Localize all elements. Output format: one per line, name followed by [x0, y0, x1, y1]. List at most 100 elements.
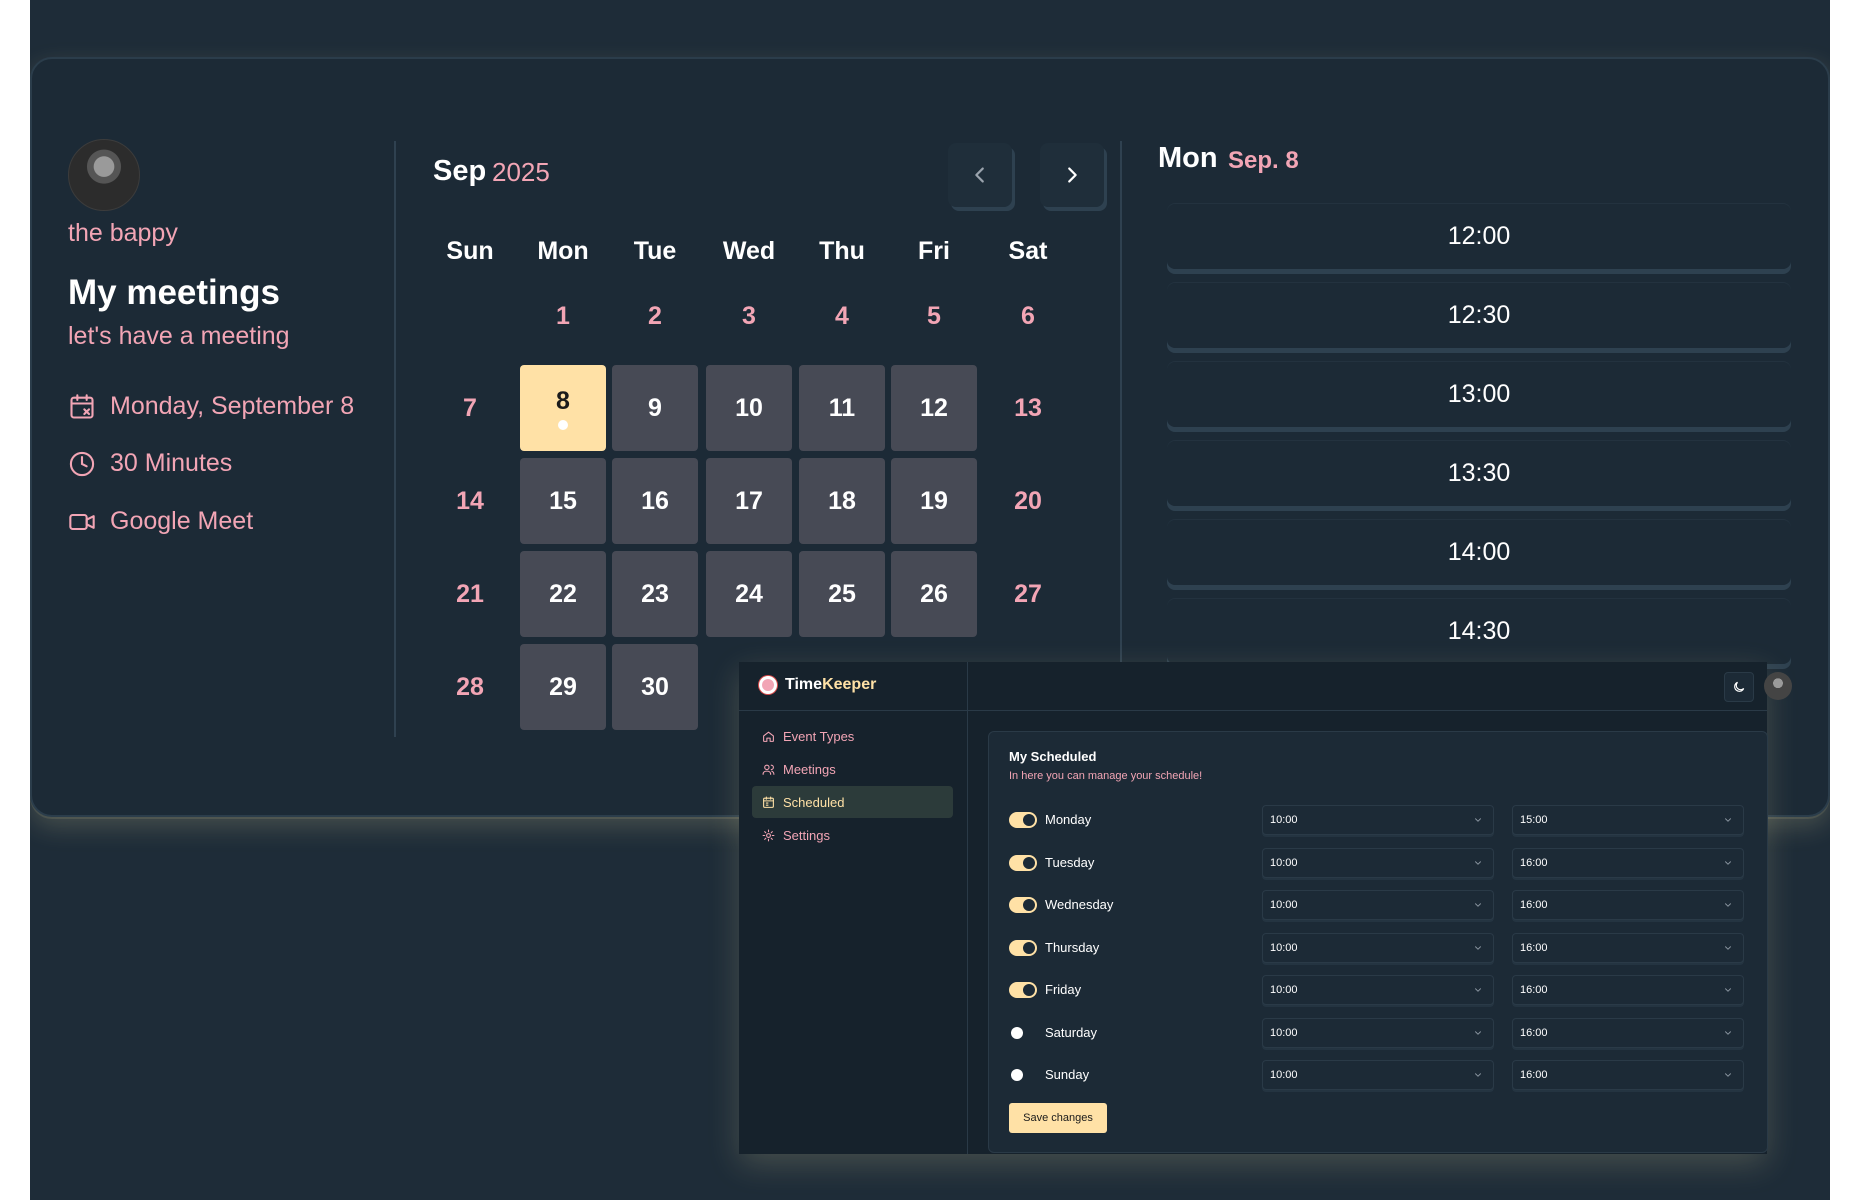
sidebar-item-settings[interactable]: Settings: [752, 819, 953, 851]
calendar-month: Sep: [433, 155, 487, 187]
prev-month-button[interactable]: [948, 143, 1012, 207]
calendar-day[interactable]: 9: [612, 365, 698, 451]
schedule-row: Saturday 10:00 16:00: [1009, 1017, 1749, 1048]
clock-logo-icon: [759, 676, 777, 694]
calendar-day: 4: [799, 287, 885, 345]
calendar-day[interactable]: 24: [706, 551, 792, 637]
next-month-button[interactable]: [1040, 143, 1104, 207]
meeting-platform: Google Meet: [110, 507, 254, 535]
day-number: 26: [920, 579, 948, 608]
calendar-icon: [763, 796, 774, 808]
schedule-row: Wednesday 10:00 16:00: [1009, 890, 1749, 920]
time-slot-button[interactable]: 14:00: [1167, 519, 1791, 585]
calendar-day[interactable]: 18: [799, 458, 885, 544]
user-avatar[interactable]: [1764, 672, 1792, 700]
end-time-select[interactable]: 16:00: [1512, 1060, 1744, 1090]
start-time-select[interactable]: 10:00: [1262, 890, 1494, 920]
calendar-day[interactable]: 30: [612, 644, 698, 730]
start-time-select[interactable]: 10:00: [1262, 805, 1494, 835]
sidebar-item-event-types[interactable]: Event Types: [752, 720, 953, 752]
day-toggle[interactable]: [1009, 1025, 1037, 1041]
sidebar: TimeKeeper Event Types Meetings Scheduled S…: [739, 662, 968, 1154]
select-value: 15:00: [1520, 814, 1548, 826]
schedule-row: Sunday 10:00 16:00: [1009, 1060, 1749, 1090]
weekday-label: Mon: [537, 237, 589, 265]
day-number: 21: [456, 579, 484, 608]
day-toggle[interactable]: [1009, 812, 1037, 828]
calendar-day[interactable]: 26: [891, 551, 977, 637]
end-time-select[interactable]: 16:00: [1512, 932, 1744, 963]
time-slot-button[interactable]: 12:00: [1167, 203, 1791, 269]
calendar-day[interactable]: 19: [891, 458, 977, 544]
calendar-day[interactable]: 17: [706, 458, 792, 544]
calendar-day: 1: [520, 287, 606, 345]
start-time-select[interactable]: 10:00: [1262, 847, 1494, 878]
day-number: 19: [920, 486, 948, 515]
selected-day-dot: [558, 419, 568, 430]
calendar-day[interactable]: 22: [520, 551, 606, 637]
calendar-day: 28: [427, 644, 513, 730]
time-slot-button[interactable]: 12:30: [1167, 282, 1791, 348]
time-slot-button[interactable]: 13:00: [1167, 361, 1791, 427]
calendar-day[interactable]: 25: [799, 551, 885, 637]
sidebar-item-scheduled[interactable]: Scheduled: [752, 786, 953, 818]
end-time-select[interactable]: 16:00: [1512, 847, 1744, 878]
calendar-day[interactable]: 16: [612, 458, 698, 544]
home-icon: [763, 731, 774, 742]
schedule-day-label: Thursday: [1045, 939, 1100, 955]
day-number: 2: [648, 301, 662, 330]
select-value: 10:00: [1270, 1069, 1298, 1081]
chevron-down-icon: [1725, 1073, 1731, 1077]
meeting-date: Monday, September 8: [110, 392, 355, 420]
day-toggle[interactable]: [1009, 854, 1037, 871]
divider: [394, 141, 396, 737]
end-time-select[interactable]: 16:00: [1512, 890, 1744, 920]
theme-toggle-button[interactable]: [1724, 672, 1754, 702]
calendar-day: 3: [706, 287, 792, 345]
start-time-select[interactable]: 10:00: [1262, 975, 1494, 1005]
calendar-day: 14: [427, 458, 513, 544]
day-toggle[interactable]: [1009, 897, 1037, 913]
calendar-day[interactable]: 10: [706, 365, 792, 451]
start-time-select[interactable]: 10:00: [1262, 932, 1494, 963]
meeting-date-row: Monday, September 8: [68, 392, 354, 421]
schedule-day-label: Tuesday: [1045, 854, 1095, 870]
chevron-down-icon: [1475, 860, 1481, 865]
select-value: 10:00: [1270, 941, 1298, 954]
calendar-day-selected[interactable]: 8: [520, 365, 606, 451]
host-avatar: [68, 139, 140, 211]
chevron-down-icon: [1725, 818, 1731, 822]
host-name: the bappy: [68, 219, 178, 247]
calendar-day[interactable]: 15: [520, 458, 606, 544]
calendar-day[interactable]: 12: [891, 365, 977, 451]
day-number: 12: [920, 393, 948, 422]
day-toggle[interactable]: [1009, 939, 1037, 956]
end-time-select[interactable]: 16:00: [1512, 1017, 1744, 1048]
time-slot-button[interactable]: 13:30: [1167, 440, 1791, 506]
day-toggle[interactable]: [1009, 1067, 1037, 1083]
calendar-day[interactable]: 23: [612, 551, 698, 637]
calendar-day[interactable]: 29: [520, 644, 606, 730]
day-toggle[interactable]: [1009, 982, 1037, 998]
calendar-day: 6: [985, 287, 1071, 345]
calendar-day: 21: [427, 551, 513, 637]
start-time-select[interactable]: 10:00: [1262, 1017, 1494, 1048]
chevron-down-icon: [1725, 903, 1731, 907]
end-time-select[interactable]: 16:00: [1512, 975, 1744, 1005]
meeting-duration-row: 30 Minutes: [68, 449, 232, 478]
select-value: 16:00: [1520, 1026, 1548, 1039]
calendar-day: 20: [985, 458, 1071, 544]
sidebar-item-meetings[interactable]: Meetings: [752, 753, 953, 785]
start-time-select[interactable]: 10:00: [1262, 1060, 1494, 1090]
gear-icon: [762, 829, 775, 841]
schedule-row: Tuesday 10:00 16:00: [1009, 847, 1749, 878]
end-time-select[interactable]: 15:00: [1512, 805, 1744, 835]
day-number: 3: [742, 301, 756, 330]
schedule-day-label: Monday: [1045, 812, 1092, 827]
day-number: 24: [735, 579, 763, 608]
chevron-down-icon: [1725, 860, 1731, 865]
calendar-day[interactable]: 11: [799, 365, 885, 451]
save-changes-button[interactable]: Save changes: [1009, 1103, 1107, 1133]
select-value: 10:00: [1270, 814, 1298, 826]
time-slot-button[interactable]: 14:30: [1167, 598, 1791, 664]
